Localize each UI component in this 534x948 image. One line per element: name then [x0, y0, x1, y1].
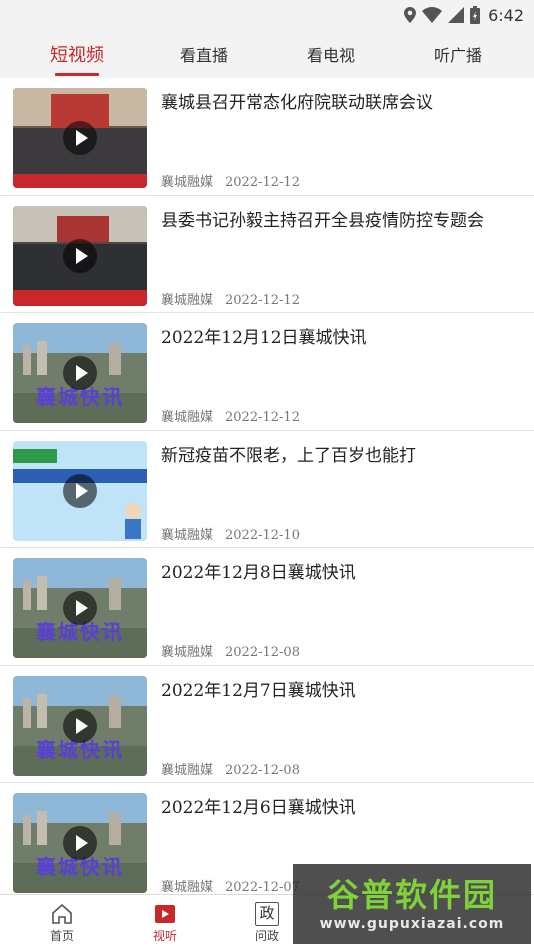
- zheng-icon: 政: [255, 902, 279, 926]
- item-source: 襄城融媒: [161, 762, 214, 778]
- watermark-title: 谷普软件园: [326, 876, 497, 914]
- list-item[interactable]: 襄城县召开常态化府院联动联席会议 襄城融媒 2022-12-12: [0, 78, 534, 196]
- item-meta: 襄城融媒 2022-12-10: [161, 524, 300, 543]
- list-item[interactable]: 襄城快讯 2022年12月8日襄城快讯 襄城融媒 2022-12-08: [0, 548, 534, 666]
- item-meta: 襄城融媒 2022-12-08: [161, 759, 300, 778]
- item-title: 2022年12月6日襄城快讯: [161, 798, 356, 818]
- play-icon: [63, 121, 97, 155]
- play-icon: [63, 356, 97, 390]
- signal-icon: [448, 7, 465, 23]
- nav-label: 视听: [152, 929, 177, 943]
- video-list: 襄城县召开常态化府院联动联席会议 襄城融媒 2022-12-12 县委书记孙毅主持…: [0, 78, 534, 894]
- item-date: 2022-12-08: [225, 762, 300, 778]
- item-source: 襄城融媒: [161, 527, 214, 543]
- item-title: 新冠疫苗不限老，上了百岁也能打: [161, 445, 416, 466]
- play-icon: [63, 708, 97, 743]
- watermark-url: www.gupuxiazai.com: [319, 916, 505, 932]
- item-date: 2022-12-10: [225, 527, 300, 543]
- video-thumbnail: [13, 88, 147, 188]
- item-source: 襄城融媒: [161, 880, 214, 894]
- item-title: 2022年12月7日襄城快讯: [161, 680, 356, 701]
- play-icon: [63, 473, 97, 508]
- item-meta: 襄城融媒 2022-12-07: [161, 876, 300, 894]
- watermark-logo: 谷普软件园 www.gupuxiazai.com: [293, 864, 531, 944]
- item-date: 2022-12-08: [225, 645, 300, 660]
- video-thumbnail: 襄城快讯: [13, 675, 147, 776]
- item-source: 襄城融媒: [161, 175, 214, 190]
- item-source: 襄城融媒: [161, 645, 214, 660]
- tab-short-video[interactable]: 短视频: [37, 30, 117, 78]
- item-title: 襄城县召开常态化府院联动联席会议: [161, 93, 433, 113]
- item-date: 2022-12-12: [225, 175, 300, 190]
- play-icon: [63, 826, 97, 860]
- video-thumbnail: [13, 205, 147, 306]
- play-icon: [63, 238, 97, 273]
- item-meta: 襄城融媒 2022-12-12: [161, 406, 300, 425]
- video-thumbnail: 襄城快讯: [13, 558, 147, 658]
- video-thumbnail: 襄城快讯: [13, 793, 147, 893]
- item-date: 2022-12-12: [225, 410, 300, 425]
- list-item[interactable]: 新冠疫苗不限老，上了百岁也能打 襄城融媒 2022-12-10: [0, 431, 534, 548]
- nav-label: 首页: [49, 929, 74, 943]
- video-thumbnail: 襄城快讯: [13, 323, 147, 423]
- home-icon: [52, 903, 72, 924]
- item-title: 2022年12月12日襄城快讯: [161, 328, 367, 348]
- nav-video[interactable]: 视听: [135, 895, 195, 948]
- item-source: 襄城融媒: [161, 292, 214, 308]
- battery-icon: [470, 6, 481, 24]
- video-thumbnail: [13, 440, 147, 541]
- list-item[interactable]: 县委书记孙毅主持召开全县疫情防控专题会 襄城融媒 2022-12-12: [0, 196, 534, 313]
- list-item[interactable]: 襄城快讯 2022年12月12日襄城快讯 襄城融媒 2022-12-12: [0, 313, 534, 431]
- channel-tabs: 短视频 看直播 看电视 听广播: [0, 30, 534, 78]
- wifi-icon: [422, 7, 443, 23]
- active-tab-indicator: [55, 73, 99, 76]
- nav-label: 问政: [254, 929, 279, 943]
- nav-home[interactable]: 首页: [32, 895, 92, 948]
- video-icon: [155, 905, 175, 923]
- item-meta: 襄城融媒 2022-12-12: [161, 171, 300, 190]
- status-icons: 6:42: [404, 4, 524, 26]
- item-title: 2022年12月8日襄城快讯: [161, 563, 356, 583]
- item-title: 县委书记孙毅主持召开全县疫情防控专题会: [161, 210, 484, 231]
- play-icon: [63, 591, 97, 625]
- nav-wenzheng[interactable]: 政 问政: [237, 895, 297, 948]
- tab-tv[interactable]: 看电视: [291, 30, 371, 78]
- item-date: 2022-12-07: [225, 880, 300, 894]
- item-meta: 襄城融媒 2022-12-12: [161, 289, 300, 308]
- status-time: 6:42: [488, 5, 524, 25]
- item-source: 襄城融媒: [161, 410, 214, 425]
- item-meta: 襄城融媒 2022-12-08: [161, 641, 300, 660]
- item-date: 2022-12-12: [225, 292, 300, 308]
- tab-radio[interactable]: 听广播: [418, 30, 498, 78]
- location-icon: [404, 7, 417, 23]
- status-bar: 6:42: [0, 0, 534, 30]
- list-item[interactable]: 襄城快讯 2022年12月7日襄城快讯 襄城融媒 2022-12-08: [0, 666, 534, 783]
- tab-live[interactable]: 看直播: [164, 30, 244, 78]
